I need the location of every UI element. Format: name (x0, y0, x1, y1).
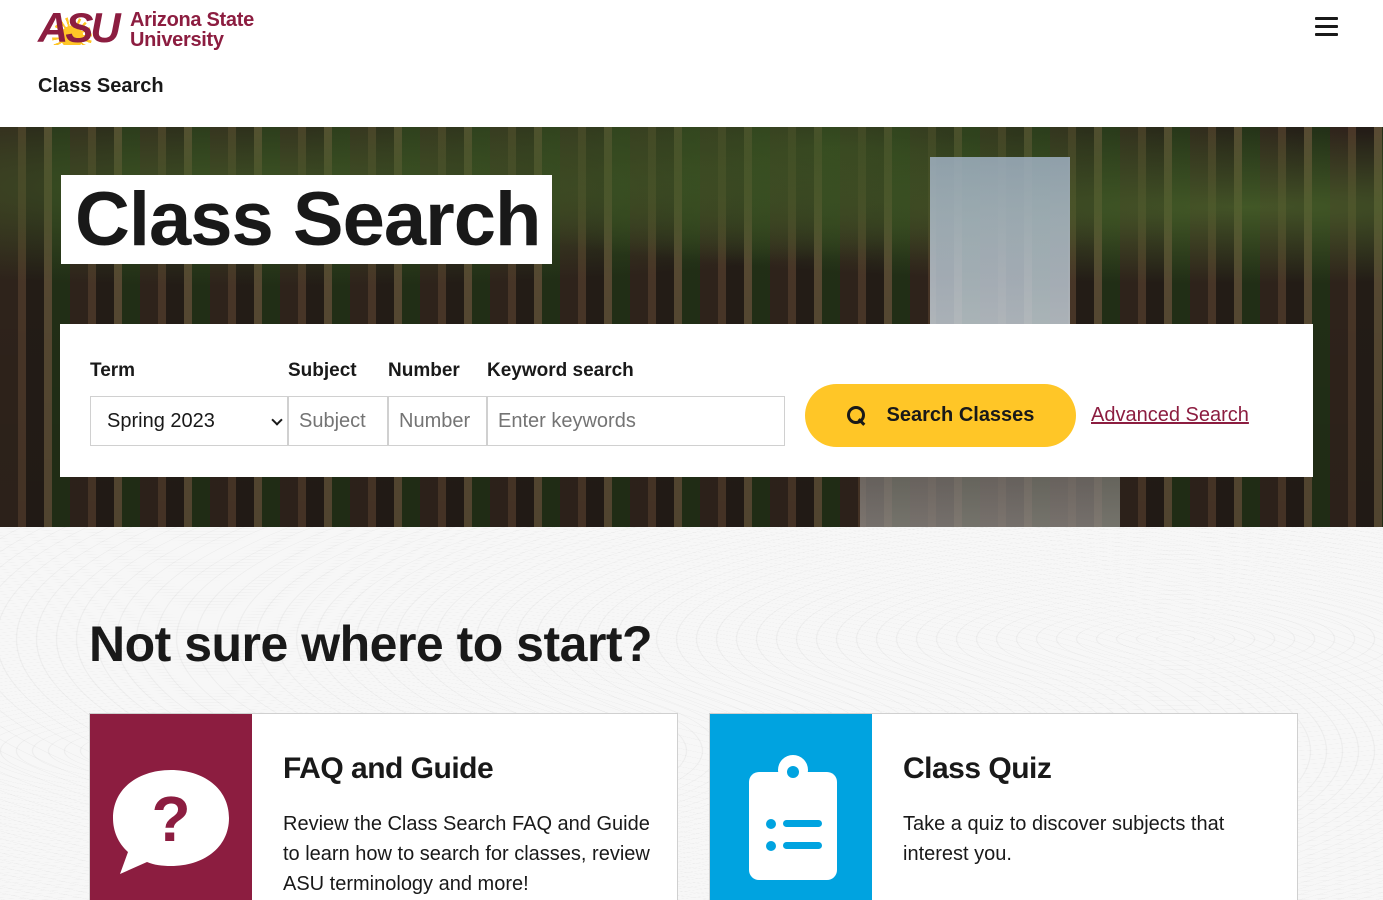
card-title: FAQ and Guide (283, 752, 494, 785)
keyword-input[interactable] (487, 396, 785, 446)
site-header: ASU Arizona State University Class Searc… (0, 0, 1383, 127)
section-heading: Not sure where to start? (89, 616, 653, 672)
hamburger-menu-icon[interactable] (1315, 17, 1338, 39)
clipboard-icon (749, 755, 837, 880)
number-input[interactable] (388, 396, 487, 446)
asu-logo[interactable]: ASU Arizona State University (38, 7, 254, 51)
subject-label: Subject (288, 360, 357, 381)
keyword-label: Keyword search (487, 360, 634, 381)
search-button-label: Search Classes (886, 404, 1035, 426)
chevron-down-icon (271, 414, 283, 426)
term-select[interactable]: Spring 2023 (90, 396, 288, 446)
svg-text:?: ? (151, 783, 190, 855)
page-title: Class Search (75, 177, 541, 262)
number-label: Number (388, 360, 460, 381)
search-icon (846, 405, 867, 426)
faq-tile: ? (90, 714, 252, 900)
card-title: Class Quiz (903, 752, 1052, 785)
class-quiz-card[interactable]: Class Quiz Take a quiz to discover subje… (709, 713, 1298, 900)
card-description: Take a quiz to discover subjects that in… (903, 813, 1225, 865)
class-search-form: Term Subject Number Keyword search Sprin… (60, 324, 1313, 477)
advanced-search-link[interactable]: Advanced Search (1091, 404, 1249, 427)
help-section: Not sure where to start? ? FAQ and Guide… (0, 527, 1383, 900)
question-bubble-icon: ? (113, 770, 229, 874)
search-classes-button[interactable]: Search Classes (805, 384, 1076, 447)
site-title[interactable]: Class Search (38, 75, 164, 98)
logo-wordmark: Arizona State University (130, 9, 254, 51)
card-description: Review the Class Search FAQ and Guide to… (283, 813, 650, 895)
quiz-tile (710, 714, 872, 900)
term-label: Term (90, 360, 136, 381)
hero-title-box: Class Search (61, 175, 553, 264)
faq-guide-card[interactable]: ? FAQ and Guide Review the Class Search … (89, 713, 678, 900)
asu-sunburst-logo-icon: ASU (38, 7, 122, 49)
subject-input[interactable] (288, 396, 388, 446)
